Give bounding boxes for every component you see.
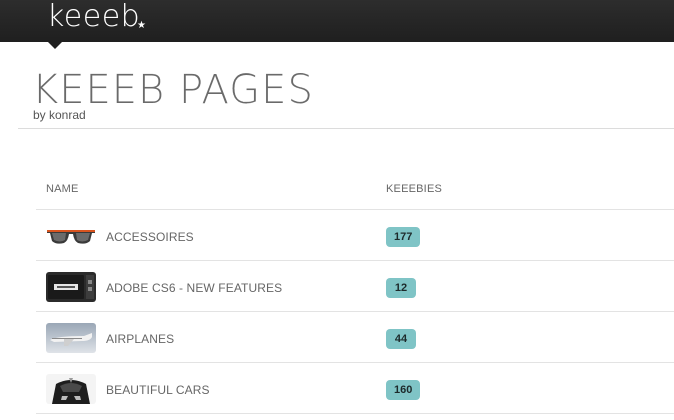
row-label[interactable]: ADOBE CS6 - NEW FEATURES	[106, 281, 282, 295]
row-label[interactable]: AIRPLANES	[106, 332, 174, 346]
column-header-keeebies[interactable]: KEEEBIES	[386, 183, 442, 195]
row-label[interactable]: ACCESSOIRES	[106, 230, 194, 244]
pages-table: NAME KEEEBIES ACCESSOIRES 177 ADOBE CS6 …	[36, 160, 674, 414]
column-header-name[interactable]: NAME	[46, 183, 79, 195]
keeebies-count-badge: 177	[386, 227, 421, 247]
row-label[interactable]: BEAUTIFUL CARS	[106, 383, 210, 397]
sunglasses-icon[interactable]	[46, 221, 96, 251]
logo-star-icon: ★	[137, 20, 146, 31]
keeebies-count-badge: 44	[386, 329, 416, 349]
logo-pointer-notch	[48, 42, 62, 49]
software-box-icon[interactable]	[46, 272, 96, 302]
keeeb-logo[interactable]: keeeb	[47, 0, 140, 37]
page-title: KEEEB PAGES	[32, 67, 314, 113]
keeebies-count-badge: 160	[386, 380, 421, 400]
keeebies-count-badge: 12	[386, 278, 416, 298]
top-bar: keeeb ★	[0, 0, 674, 42]
table-row[interactable]: ADOBE CS6 - NEW FEATURES 12	[36, 261, 674, 312]
car-icon[interactable]	[46, 374, 96, 404]
author-byline: by konrad	[33, 108, 86, 122]
table-row[interactable]: ACCESSOIRES 177	[36, 210, 674, 261]
table-header: NAME KEEEBIES	[36, 160, 674, 210]
table-row[interactable]: AIRPLANES 44	[36, 312, 674, 363]
header-divider	[18, 128, 674, 129]
airplane-icon[interactable]	[46, 323, 96, 353]
table-row[interactable]: BEAUTIFUL CARS 160	[36, 363, 674, 414]
